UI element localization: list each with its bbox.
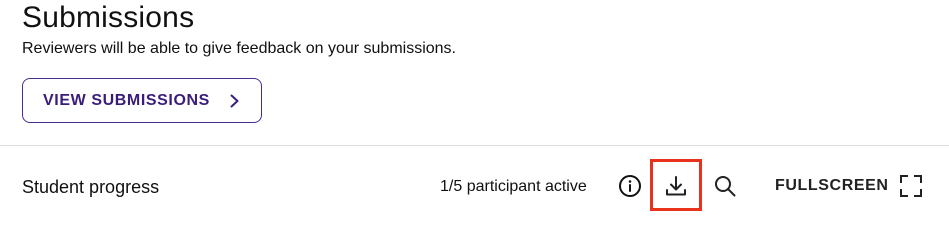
submissions-description: Reviewers will be able to give feedback … bbox=[22, 40, 456, 57]
info-icon[interactable] bbox=[618, 174, 642, 198]
participants-status: 1/5 participant active bbox=[440, 178, 587, 195]
student-progress-label: Student progress bbox=[22, 177, 160, 197]
search-icon[interactable] bbox=[713, 174, 737, 198]
download-icon[interactable] bbox=[663, 173, 689, 199]
section-divider bbox=[0, 145, 949, 146]
view-submissions-button[interactable]: VIEW SUBMISSIONS bbox=[22, 78, 262, 123]
chevron-right-icon bbox=[230, 94, 239, 108]
fullscreen-icon bbox=[900, 175, 922, 197]
page-title: Submissions bbox=[22, 1, 195, 34]
fullscreen-button[interactable]: FULLSCREEN bbox=[775, 170, 925, 202]
fullscreen-label: FULLSCREEN bbox=[775, 177, 889, 194]
view-submissions-label: VIEW SUBMISSIONS bbox=[43, 91, 210, 109]
